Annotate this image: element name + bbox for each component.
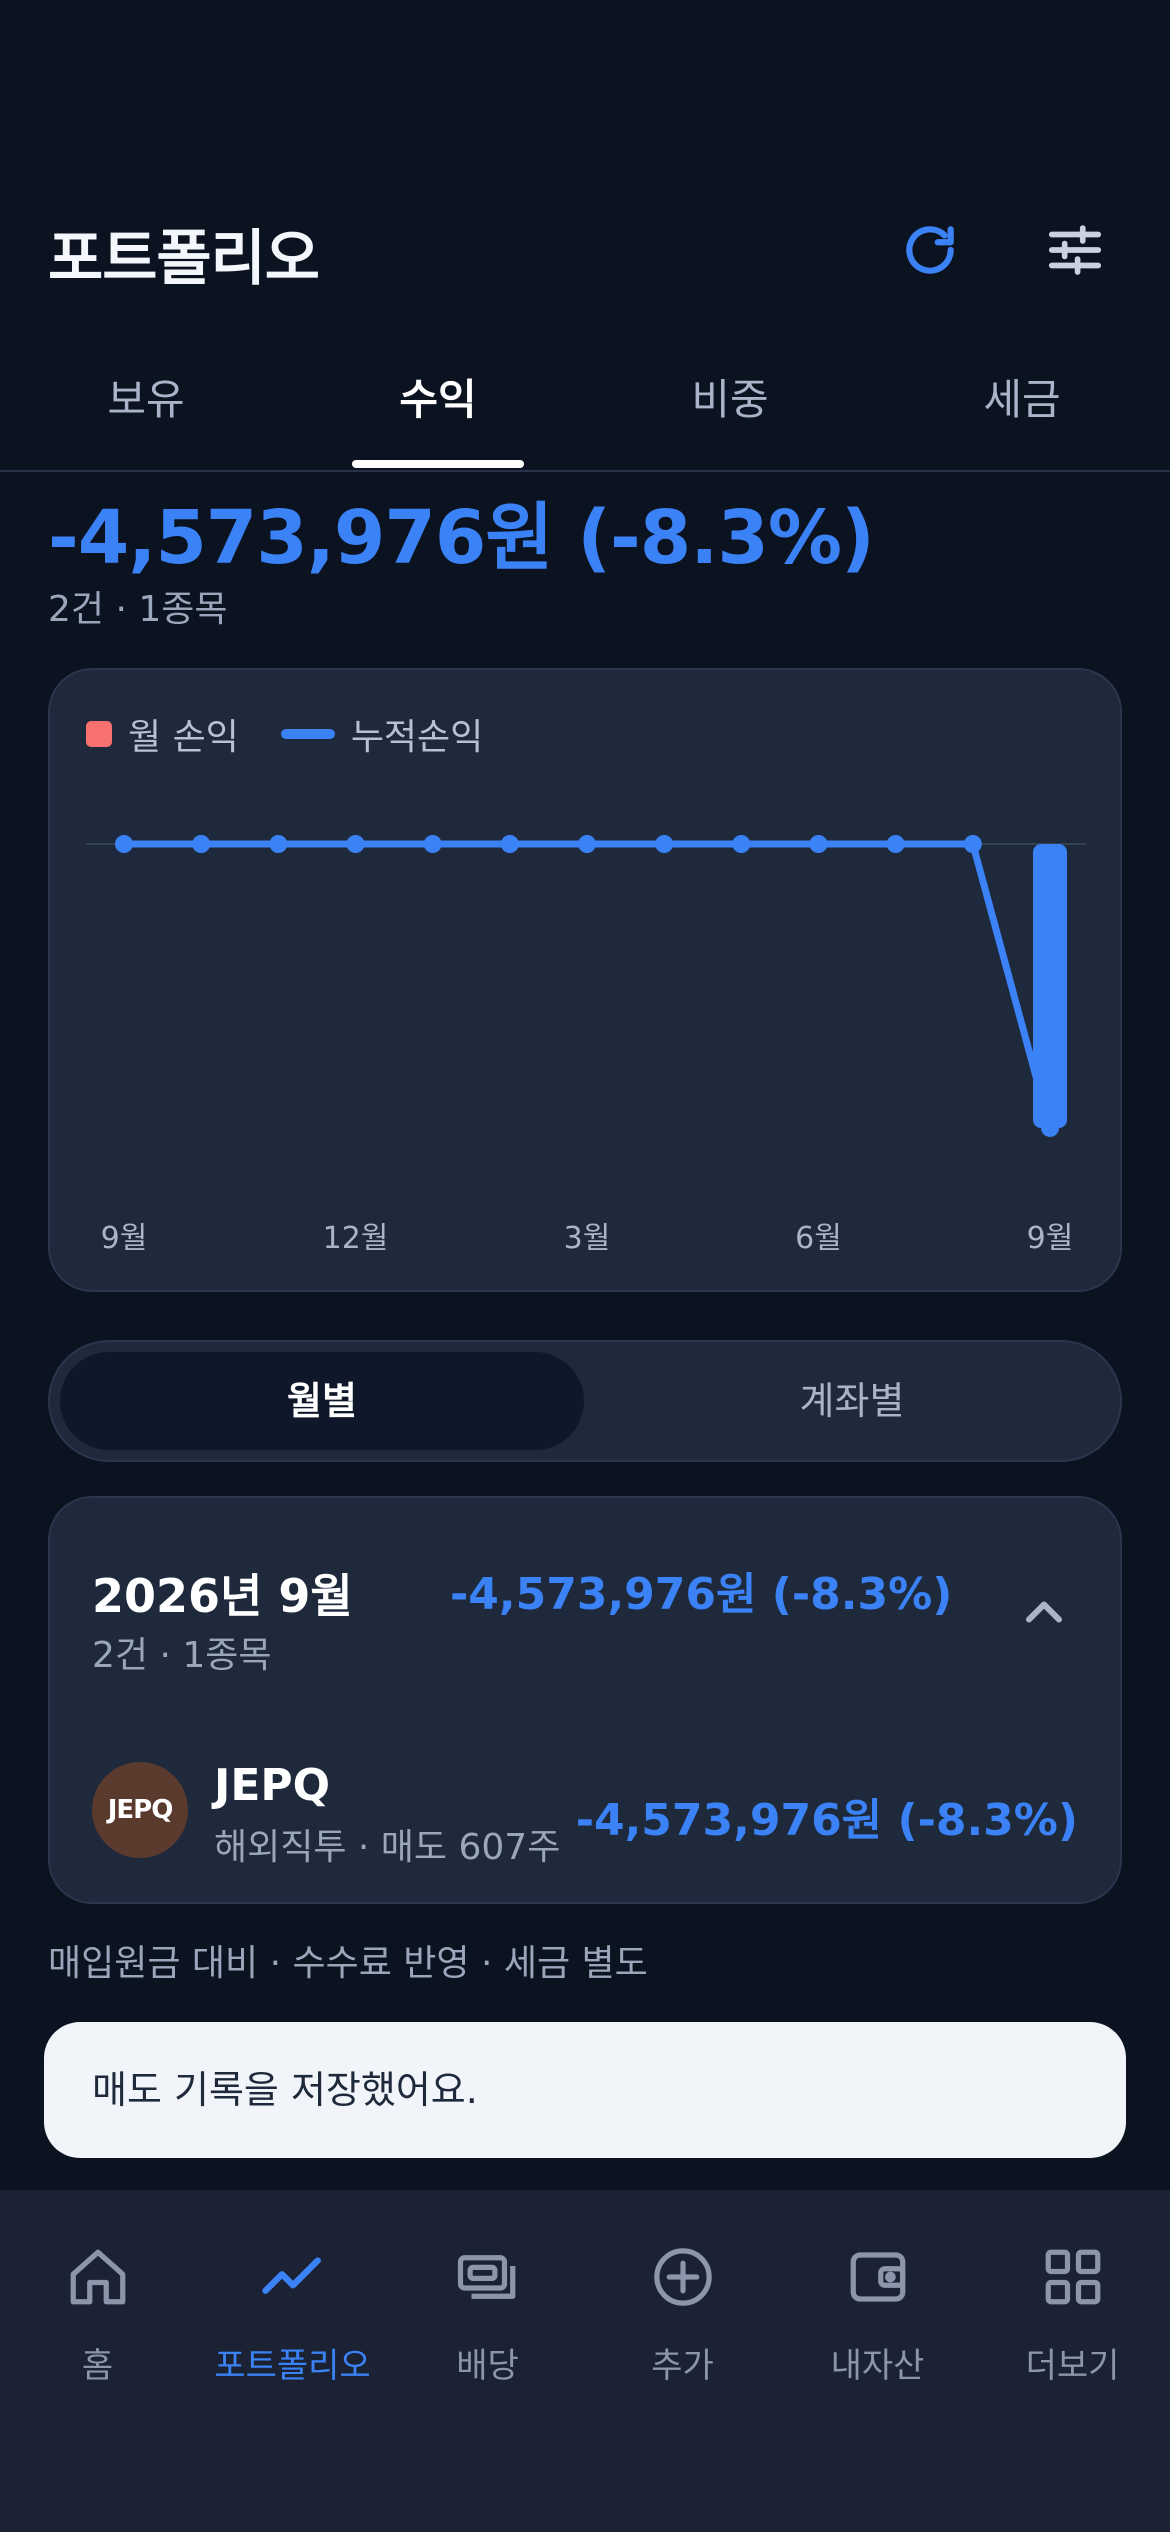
chart-point xyxy=(269,835,288,853)
view-segment-control: 월별 계좌별 xyxy=(48,1340,1122,1462)
nav-add[interactable]: 추가 xyxy=(585,2244,780,2414)
holding-ticker: JEPQ xyxy=(214,1760,331,1811)
chart-x-tick-label: 9월 xyxy=(101,1221,148,1256)
month-amount: -4,573,976원 (-8.3%) xyxy=(450,1569,953,1620)
tab-bar: 보유 수익 비중 세금 xyxy=(0,360,1170,472)
chart-point xyxy=(1041,1118,1059,1137)
tab-holdings[interactable]: 보유 xyxy=(0,360,292,470)
returns-chart-card: 9월 12월 3월 6월 9월 월 손익 누적손익 xyxy=(48,668,1122,1292)
chart-cumulative-line xyxy=(120,840,1054,1132)
nav-dividend[interactable]: 배당 xyxy=(390,2244,585,2414)
holding-amount: -4,573,976원 (-8.3%) xyxy=(575,1795,1078,1846)
returns-chart: 9월 12월 3월 6월 9월 xyxy=(86,835,1086,1256)
tab-active-indicator xyxy=(352,460,524,468)
chart-x-tick-label: 12월 xyxy=(323,1221,389,1256)
refresh-icon[interactable] xyxy=(890,210,970,290)
chart-point xyxy=(809,835,828,853)
nav-more[interactable]: 더보기 xyxy=(975,2244,1170,2414)
chart-x-tick-label: 6월 xyxy=(795,1221,842,1256)
chart-x-tick-label: 3월 xyxy=(564,1221,611,1256)
chart-legend: 월 손익 누적손익 xyxy=(86,708,483,760)
nav-label: 배당 xyxy=(456,2346,519,2386)
nav-home[interactable]: 홈 xyxy=(0,2244,195,2414)
chart-point xyxy=(732,835,751,853)
toast-message: 매도 기록을 저장했어요. xyxy=(44,2022,1126,2158)
chart-point xyxy=(192,835,211,853)
chart-point xyxy=(886,835,905,853)
nav-my-assets[interactable]: 내자산 xyxy=(780,2244,975,2414)
tab-tax[interactable]: 세금 xyxy=(876,360,1168,470)
nav-label: 홈 xyxy=(81,2346,114,2386)
segment-monthly[interactable]: 월별 xyxy=(60,1352,584,1450)
legend-monthly-swatch xyxy=(86,721,112,747)
chart-point xyxy=(115,835,133,853)
plus-circle-icon xyxy=(653,2248,712,2306)
bottom-nav: 홈 포트폴리오 배당 추가 내자산 더보기 xyxy=(0,2190,1170,2532)
legend-cumulative-swatch xyxy=(280,729,335,739)
footnote: 매입원금 대비 · 수수료 반영 · 세금 별도 xyxy=(48,1943,648,1984)
chart-point xyxy=(963,835,982,853)
nav-portfolio[interactable]: 포트폴리오 xyxy=(195,2244,390,2414)
chart-point xyxy=(578,835,596,853)
month-title: 2026년 9월 xyxy=(92,1569,353,1623)
month-group-card: 2026년 9월 2건 · 1종목 -4,573,976원 (-8.3%) JE… xyxy=(48,1496,1122,1904)
chart-x-tick-label: 9월 xyxy=(1027,1221,1074,1256)
month-sub: 2건 · 1종목 xyxy=(92,1635,272,1676)
wallet-icon xyxy=(850,2252,905,2302)
segment-by-account[interactable]: 계좌별 xyxy=(590,1352,1114,1450)
tab-weights[interactable]: 비중 xyxy=(584,360,876,470)
chevron-up-icon[interactable] xyxy=(1014,1582,1074,1642)
tab-returns[interactable]: 수익 xyxy=(292,360,584,470)
page-title: 포트폴리오 xyxy=(48,224,320,294)
nav-label: 포트폴리오 xyxy=(214,2346,371,2386)
header: 포트폴리오 보유 수익 비중 세금 xyxy=(0,0,1170,472)
nav-label: 내자산 xyxy=(830,2346,925,2386)
avatar: JEPQ xyxy=(92,1762,188,1858)
total-return-sub: 2건 · 1종목 xyxy=(48,589,228,630)
holding-sub: 해외직투 · 매도 607주 xyxy=(214,1827,561,1868)
chart-point xyxy=(346,835,365,853)
chart-point xyxy=(423,835,442,853)
nav-label: 추가 xyxy=(651,2346,714,2386)
cash-icon xyxy=(457,2255,515,2299)
grid-icon xyxy=(1045,2249,1100,2305)
total-return-amount: -4,573,976원 (-8.3%) xyxy=(48,495,875,581)
home-icon xyxy=(70,2249,125,2305)
chart-point xyxy=(655,835,674,853)
legend-cumulative-label: 누적손익 xyxy=(350,717,484,758)
chart-point xyxy=(500,835,519,853)
sliders-icon[interactable] xyxy=(1035,210,1115,290)
legend-monthly-label: 월 손익 xyxy=(128,717,239,758)
trend-icon xyxy=(261,2257,321,2294)
nav-label: 더보기 xyxy=(1025,2346,1120,2386)
